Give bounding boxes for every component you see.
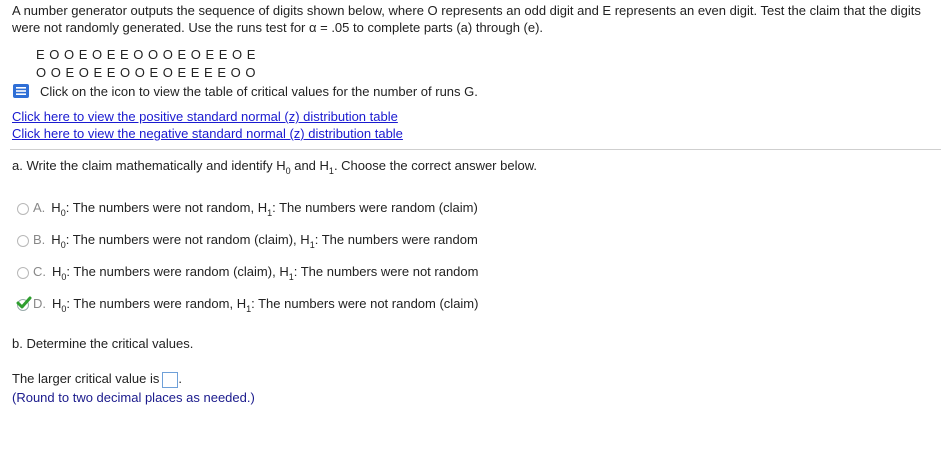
checkmark-icon bbox=[16, 296, 32, 309]
problem-intro: A number generator outputs the sequence … bbox=[12, 3, 921, 35]
option-d[interactable]: D. H0: The numbers were random, H1: The n… bbox=[16, 295, 478, 314]
positive-z-table-link[interactable]: Click here to view the positive standard… bbox=[12, 109, 398, 124]
option-c[interactable]: C. H0: The numbers were random (claim), H… bbox=[17, 263, 478, 282]
part-a-question: a. Write the claim mathematically and id… bbox=[12, 158, 537, 176]
section-divider bbox=[10, 149, 941, 150]
option-c-radio[interactable] bbox=[17, 266, 29, 279]
option-d-radio[interactable] bbox=[16, 296, 32, 311]
critical-value-input[interactable] bbox=[162, 371, 179, 388]
option-b-radio[interactable] bbox=[17, 234, 29, 247]
option-a-radio[interactable] bbox=[17, 202, 29, 215]
negative-z-table-link[interactable]: Click here to view the negative standard… bbox=[12, 126, 403, 141]
part-b-question: b. Determine the critical values. bbox=[12, 336, 194, 351]
rounding-hint: (Round to two decimal places as needed.) bbox=[12, 390, 255, 405]
table-icon[interactable] bbox=[12, 83, 30, 99]
option-a[interactable]: A. H0: The numbers were not random, H1: T… bbox=[17, 199, 478, 218]
critical-value-answer: The larger critical value is. bbox=[12, 371, 183, 388]
sequence-line-2: O O E O E E O O E O E E E E O O bbox=[36, 65, 256, 80]
option-b[interactable]: B. H0: The numbers were not random (claim… bbox=[17, 231, 478, 250]
table-instruction: Click on the icon to view the table of c… bbox=[40, 84, 478, 99]
sequence-line-1: E O O E O E E O O O E O E E O E bbox=[36, 47, 256, 62]
